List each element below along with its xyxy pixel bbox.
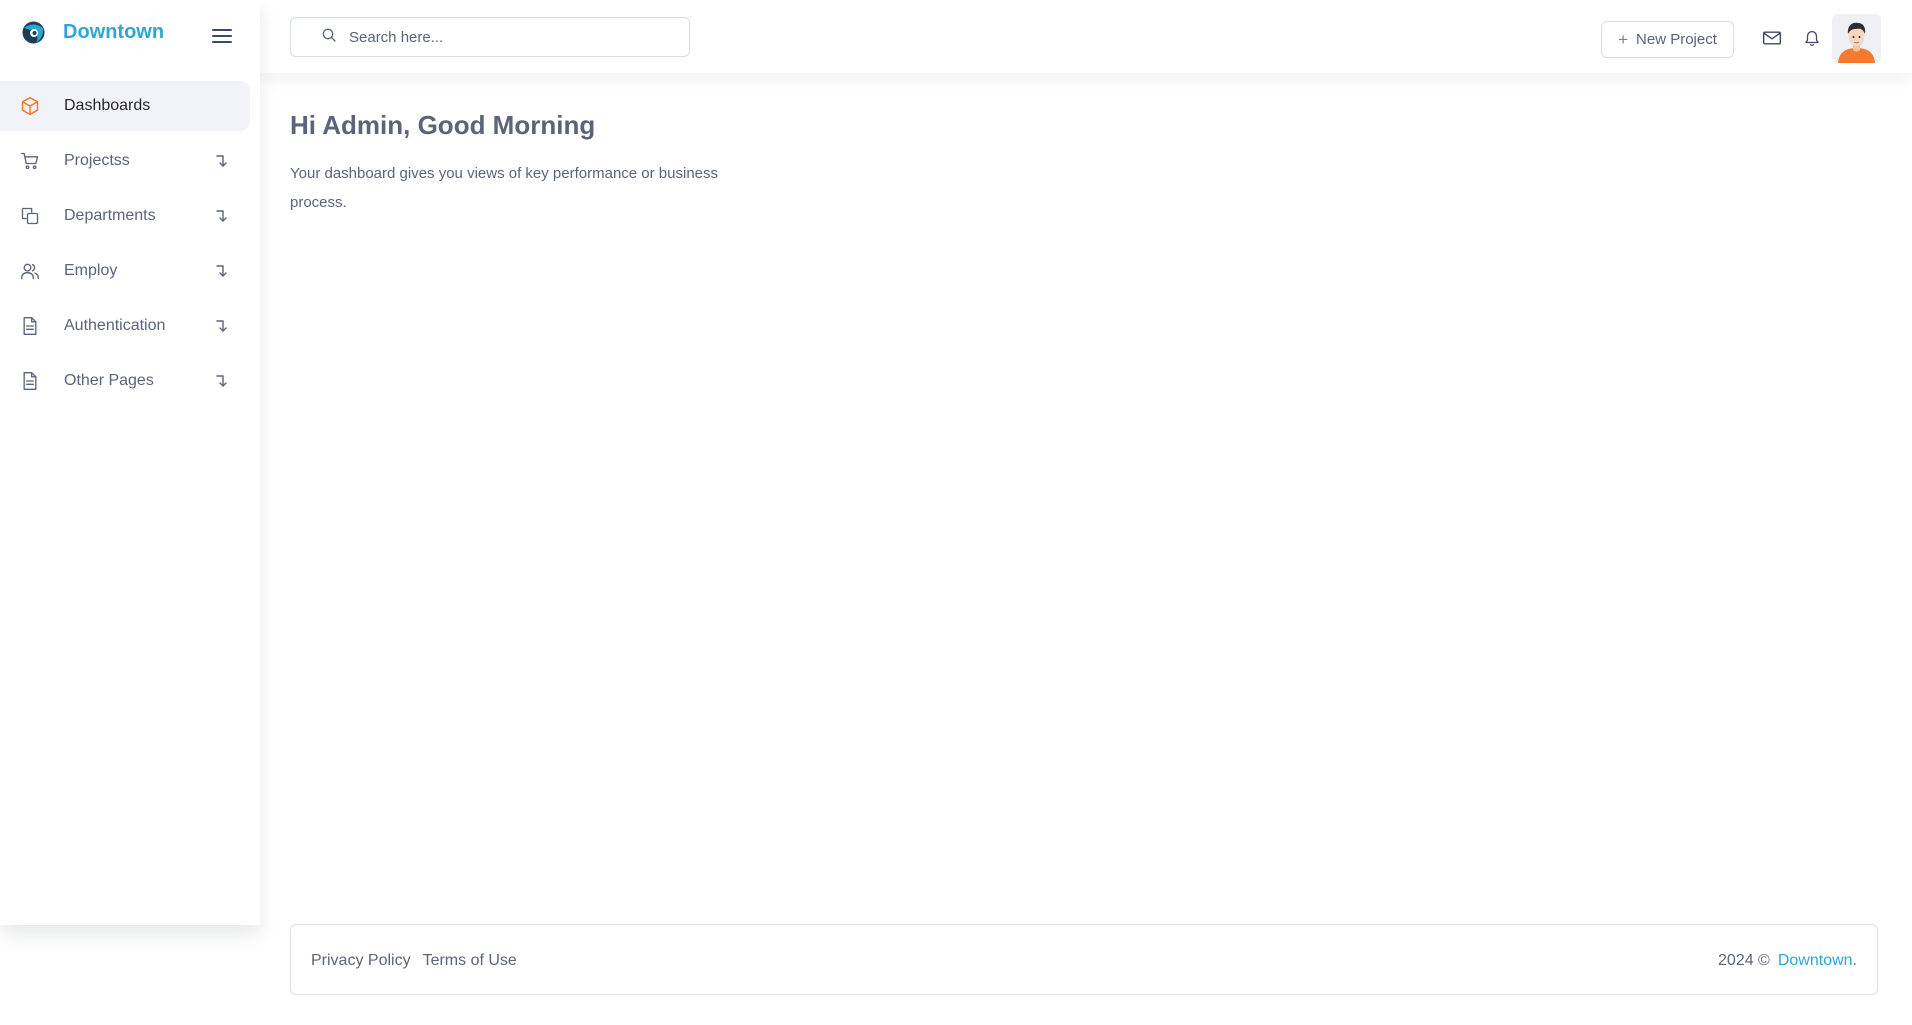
sidebar-item-label: Other Pages [64,372,154,389]
sidebar-item-other-pages[interactable]: Other Pages [0,356,250,406]
footer-brand-link[interactable]: Downtown [1778,952,1853,970]
sidebar-item-employ[interactable]: Employ [0,246,250,296]
copyright-text: 2024 © [1718,951,1770,969]
footer: Privacy Policy Terms of Use 2024 © Downt… [290,924,1878,995]
terms-of-use-link[interactable]: Terms of Use [423,952,517,970]
sidebar-item-label: Authentication [64,317,166,334]
copyright-trailing: . [1852,951,1857,969]
new-project-button[interactable]: + New Project [1601,21,1734,58]
sidebar-item-dashboards[interactable]: Dashboards [0,81,250,131]
footer-links: Privacy Policy Terms of Use [311,925,517,996]
new-project-label: New Project [1636,31,1717,48]
sidebar-item-projects[interactable]: Projectss [0,136,250,186]
sidebar-nav: Dashboards Projectss Departments Employ … [0,81,250,411]
sidebar: Downtown Dashboards Projectss Department… [0,0,260,925]
mail-icon [1762,31,1782,45]
sidebar-item-label: Dashboards [64,97,151,114]
sidebar-item-label: Projectss [64,152,130,169]
search-icon [321,27,337,48]
plus-icon: + [1618,29,1629,49]
document-icon [20,316,40,336]
sidebar-item-label: Employ [64,262,118,279]
submenu-arrow-icon [213,151,231,171]
cart-icon [20,151,40,171]
notifications-button[interactable] [1801,27,1823,49]
main-content: Hi Admin, Good Morning Your dashboard gi… [290,110,750,217]
submenu-arrow-icon [213,316,231,336]
eye-logo-icon [20,19,47,46]
top-header: + New Project [260,0,1912,73]
sidebar-item-label: Departments [64,207,156,224]
page-title: Hi Admin, Good Morning [290,110,596,140]
search-input[interactable] [349,28,679,46]
mail-button[interactable] [1761,27,1783,49]
footer-copyright: 2024 © Downtown . [1718,925,1857,996]
submenu-arrow-icon [213,371,231,391]
brand[interactable]: Downtown [20,18,164,46]
copy-icon [20,206,40,226]
menu-toggle-button[interactable] [208,24,236,48]
cube-icon [20,96,40,116]
sidebar-item-departments[interactable]: Departments [0,191,250,241]
document-icon [20,371,40,391]
avatar [1832,14,1881,63]
privacy-policy-link[interactable]: Privacy Policy [311,952,411,970]
brand-name: Downtown [63,20,165,43]
submenu-arrow-icon [213,206,231,226]
submenu-arrow-icon [213,261,231,281]
page-subtitle: Your dashboard gives you views of key pe… [290,165,719,211]
search-box[interactable] [290,17,690,57]
users-icon [20,261,40,281]
sidebar-item-authentication[interactable]: Authentication [0,301,250,351]
hamburger-icon [212,29,232,43]
bell-icon [1805,30,1819,46]
user-avatar-button[interactable] [1832,14,1881,63]
